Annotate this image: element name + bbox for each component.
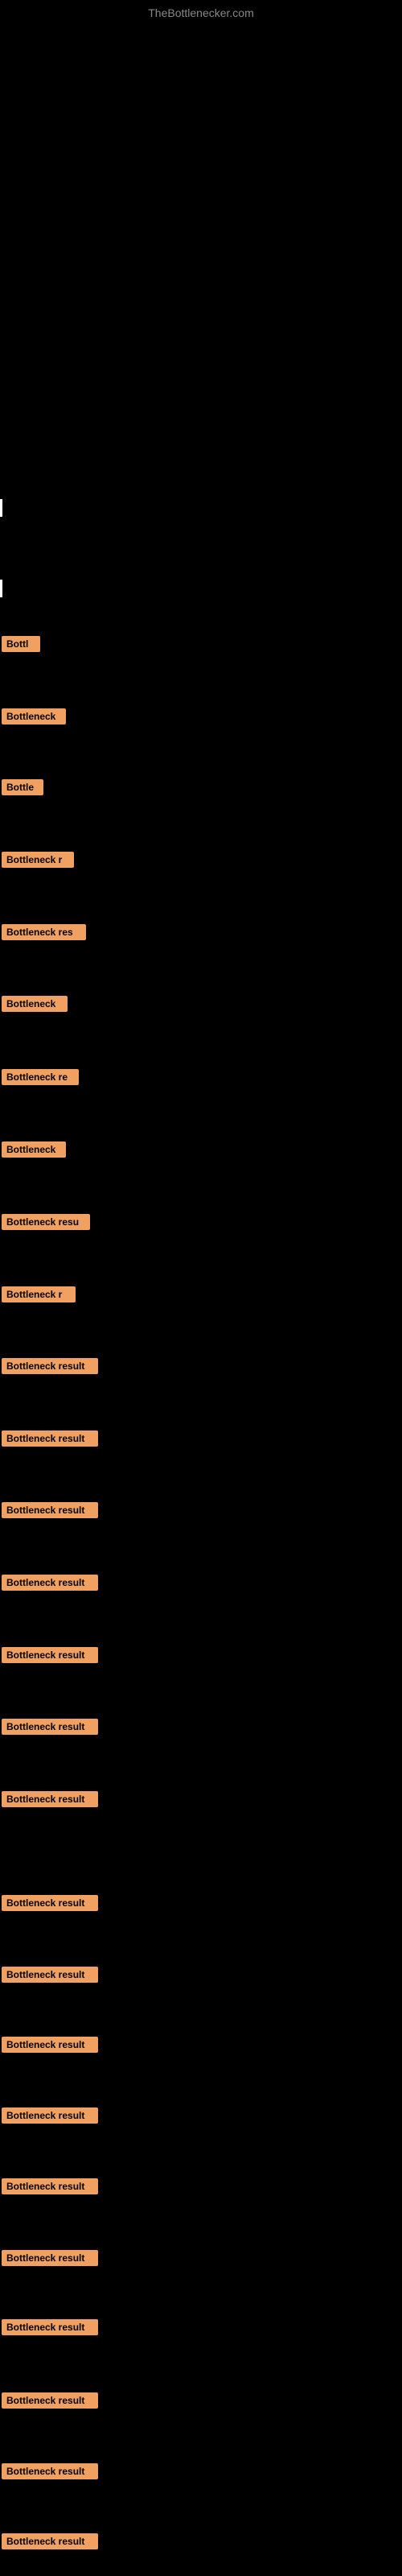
bottleneck-result-badge[interactable]: Bottleneck result — [2, 1502, 98, 1518]
bottleneck-result-badge[interactable]: Bottleneck re — [2, 1069, 79, 1085]
bottleneck-result-badge[interactable]: Bottleneck — [2, 1141, 66, 1158]
bottleneck-result-badge[interactable]: Bottleneck result — [2, 2178, 98, 2194]
bottleneck-result-badge[interactable]: Bottleneck result — [2, 1575, 98, 1591]
bottleneck-result-badge[interactable]: Bottleneck r — [2, 1286, 76, 1302]
bottleneck-result-badge[interactable]: Bottleneck r — [2, 852, 74, 868]
bottleneck-result-badge[interactable]: Bottl — [2, 636, 40, 652]
bottleneck-result-badge[interactable]: Bottleneck result — [2, 1430, 98, 1447]
bottleneck-result-badge[interactable]: Bottleneck result — [2, 2107, 98, 2124]
bottleneck-result-badge[interactable]: Bottleneck result — [2, 2250, 98, 2266]
bottleneck-result-badge[interactable]: Bottleneck res — [2, 924, 86, 940]
bottleneck-result-badge[interactable]: Bottleneck result — [2, 1967, 98, 1983]
bottleneck-result-badge[interactable]: Bottleneck resu — [2, 1214, 90, 1230]
bottleneck-result-badge[interactable]: Bottleneck result — [2, 1791, 98, 1807]
bottleneck-result-badge[interactable]: Bottleneck result — [2, 1647, 98, 1663]
bottleneck-result-badge[interactable]: Bottleneck result — [2, 2037, 98, 2053]
cursor-line-2 — [0, 580, 2, 597]
bottleneck-result-badge[interactable]: Bottleneck — [2, 708, 66, 724]
cursor-line-1 — [0, 499, 2, 517]
bottleneck-result-badge[interactable]: Bottleneck result — [2, 1719, 98, 1735]
bottleneck-result-badge[interactable]: Bottleneck result — [2, 1358, 98, 1374]
bottleneck-result-badge[interactable]: Bottle — [2, 779, 43, 795]
bottleneck-result-badge[interactable]: Bottleneck — [2, 996, 68, 1012]
main-content: TheBottlenecker.com Bottl Bottleneck Bottl… — [0, 0, 402, 2576]
bottleneck-result-badge[interactable]: Bottleneck result — [2, 2533, 98, 2549]
bottleneck-result-badge[interactable]: Bottleneck result — [2, 2463, 98, 2479]
bottleneck-result-badge[interactable]: Bottleneck result — [2, 2319, 98, 2335]
site-title: TheBottlenecker.com — [148, 6, 254, 19]
bottleneck-result-badge[interactable]: Bottleneck result — [2, 1895, 98, 1911]
bottleneck-result-badge[interactable]: Bottleneck result — [2, 2392, 98, 2409]
